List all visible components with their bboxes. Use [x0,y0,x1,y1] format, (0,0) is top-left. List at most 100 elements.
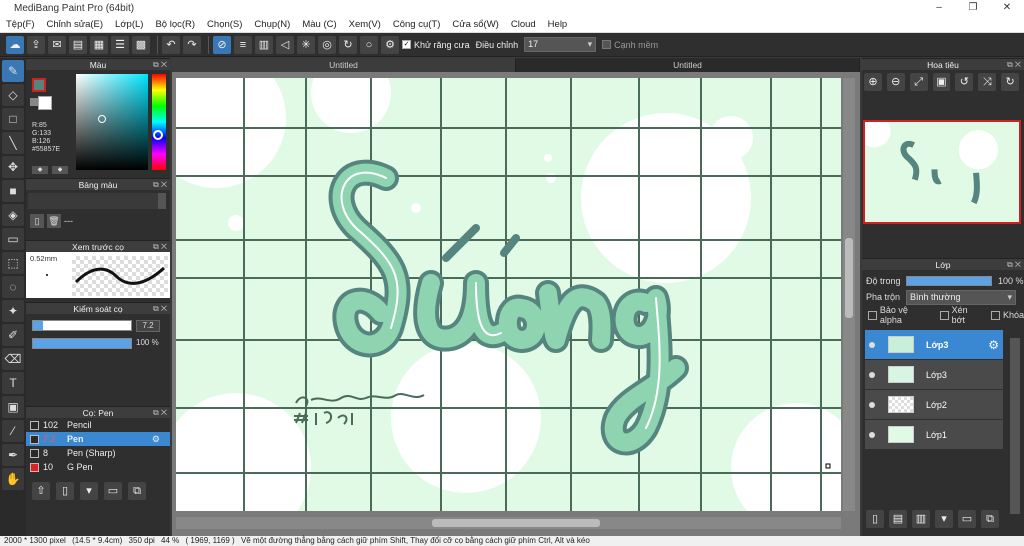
delete-palette-icon[interactable]: 🗑 [47,214,61,228]
horizontal-scroll-thumb[interactable] [432,519,600,527]
background-color-swatch[interactable] [38,96,52,110]
new-8bit-layer-icon[interactable]: ▥ [912,510,930,528]
layer-settings-icon[interactable]: ⚙ [988,338,999,352]
menu-color[interactable]: Màu (C) [302,19,336,30]
brush-item[interactable]: 10 G Pen [26,460,170,474]
menu-help[interactable]: Help [548,19,568,30]
rotate-left-icon[interactable]: ↺ [955,73,974,91]
tab-untitled-2[interactable]: Untitled [516,58,860,72]
menu-tools[interactable]: Công cụ(T) [393,19,441,30]
add-brush-icon[interactable]: ▾ [80,482,98,500]
layer-list-scrollbar[interactable] [1010,338,1020,514]
add-layer-menu-icon[interactable]: ▾ [935,510,953,528]
layer-opacity-slider[interactable] [906,276,992,286]
share-icon[interactable]: ⇪ [27,35,45,54]
layer-folder-icon[interactable]: ▭ [958,510,976,528]
cross-snap-icon[interactable]: ▥ [255,35,273,54]
eraser-tool-icon[interactable]: ◇ [2,84,24,106]
settings-icon[interactable]: ⚙ [381,35,399,54]
snap-off-icon[interactable]: ⊘ [213,35,231,54]
vertical-scroll-thumb[interactable] [845,238,853,318]
layer-item[interactable]: Lớp3 ⚙ [865,330,1003,359]
hand-tool-icon[interactable]: ✋ [2,468,24,490]
new-layer-icon[interactable]: ▯ [866,510,884,528]
new-brush-icon[interactable]: ▯ [56,482,74,500]
palette-list[interactable] [28,193,158,209]
pen-tool-icon[interactable]: ✒ [2,444,24,466]
document-icon[interactable]: ▤ [69,35,87,54]
layer-item[interactable]: Lớp2 [865,390,1003,419]
menu-edit[interactable]: Chỉnh sửa(E) [47,19,104,30]
flip-icon[interactable]: ⤨ [978,73,997,91]
blend-mode-dropdown[interactable]: Bình thường [906,289,1016,305]
text-tool-icon[interactable]: T [2,372,24,394]
circle-snap-icon[interactable]: ◎ [318,35,336,54]
zoom-out-icon[interactable]: ⊖ [886,73,905,91]
select-pen-tool-icon[interactable]: ✐ [2,324,24,346]
brush-size-value[interactable]: 7.2 [136,320,160,332]
page-icon[interactable]: ▦ [90,35,108,54]
document-canvas[interactable] [176,78,841,511]
menu-window[interactable]: Cửa sổ(W) [452,19,498,30]
color-field[interactable] [76,74,148,170]
protect-alpha-checkbox[interactable] [868,310,877,320]
magic-wand-tool-icon[interactable]: ✦ [2,300,24,322]
hue-slider[interactable] [152,74,166,170]
select-tool-icon[interactable]: ⬚ [2,252,24,274]
layer-item[interactable]: Lớp3 [865,360,1003,389]
list-icon[interactable]: ☰ [111,35,129,54]
duplicate-layer-icon[interactable]: ⧉ [981,510,999,528]
brush-item[interactable]: 102 Pencil [26,418,170,432]
visibility-icon[interactable] [869,431,875,438]
copy-brush-icon[interactable]: ⧉ [128,482,146,500]
brush-tool-icon[interactable]: ✎ [2,60,24,82]
minimize-button[interactable]: – [922,0,956,16]
comment-icon[interactable]: ✉ [48,35,66,54]
color-hex-value[interactable]: #55857E [32,146,60,154]
transparent-swatch[interactable] [30,98,38,106]
fit-icon[interactable]: ⤢ [909,73,928,91]
actual-size-icon[interactable]: ▣ [932,73,951,91]
divide-tool-icon[interactable]: ▣ [2,396,24,418]
vanishing-point-snap-icon[interactable]: ◁ [276,35,294,54]
maximize-button[interactable]: ❐ [956,0,990,16]
vertical-scrollbar[interactable] [843,78,855,511]
menu-view[interactable]: Xem(V) [349,19,381,30]
redo-icon[interactable]: ↷ [183,35,201,54]
antialias-checkbox[interactable]: ✓ [402,40,411,49]
lasso-tool-icon[interactable]: ◌ [2,276,24,298]
color-reset-icon[interactable]: ◆ [52,166,68,174]
layer-item[interactable]: Lớp1 [865,420,1003,449]
new-halftone-layer-icon[interactable]: ▤ [889,510,907,528]
menu-cloud[interactable]: Cloud [511,19,536,30]
menu-select[interactable]: Chọn(S) [207,19,242,30]
brush-size-slider[interactable] [32,320,132,331]
gradient-tool-icon[interactable]: ▭ [2,228,24,250]
lock-checkbox[interactable] [991,310,1000,320]
visibility-icon[interactable] [869,341,875,348]
eyedropper-tool-icon[interactable]: ⁄ [2,420,24,442]
visibility-icon[interactable] [869,401,875,408]
tab-untitled-1[interactable]: Untitled [172,58,516,72]
brush-item[interactable]: 8 Pen (Sharp) [26,446,170,460]
select-eraser-tool-icon[interactable]: ⌫ [2,348,24,370]
palette-scrollbar[interactable] [158,193,166,209]
dot-tool-icon[interactable]: □ [2,108,24,130]
grid-icon[interactable]: ▩ [132,35,150,54]
menu-file[interactable]: Tệp(F) [6,19,35,30]
color-picker-cursor[interactable] [98,115,106,123]
fill-tool-icon[interactable]: ◈ [2,204,24,226]
brush-folder-icon[interactable]: ▭ [104,482,122,500]
undo-icon[interactable]: ↶ [162,35,180,54]
navigator-preview[interactable] [863,120,1021,224]
menu-filter[interactable]: Bộ lọc(R) [155,19,195,30]
move-tool-icon[interactable]: ✥ [2,156,24,178]
brush-item[interactable]: 7.2 Pen ⚙ [26,432,170,446]
sharp-edge-checkbox[interactable] [602,40,612,49]
correction-dropdown[interactable]: 17 [524,37,597,52]
shape-tool-icon[interactable]: ■ [2,180,24,202]
ellipse-snap-icon[interactable]: ○ [360,35,378,54]
color-swap-icon[interactable]: ◆ [32,166,48,174]
brush-opacity-slider[interactable] [32,338,132,349]
brush-settings-icon[interactable]: ⚙ [152,434,160,445]
